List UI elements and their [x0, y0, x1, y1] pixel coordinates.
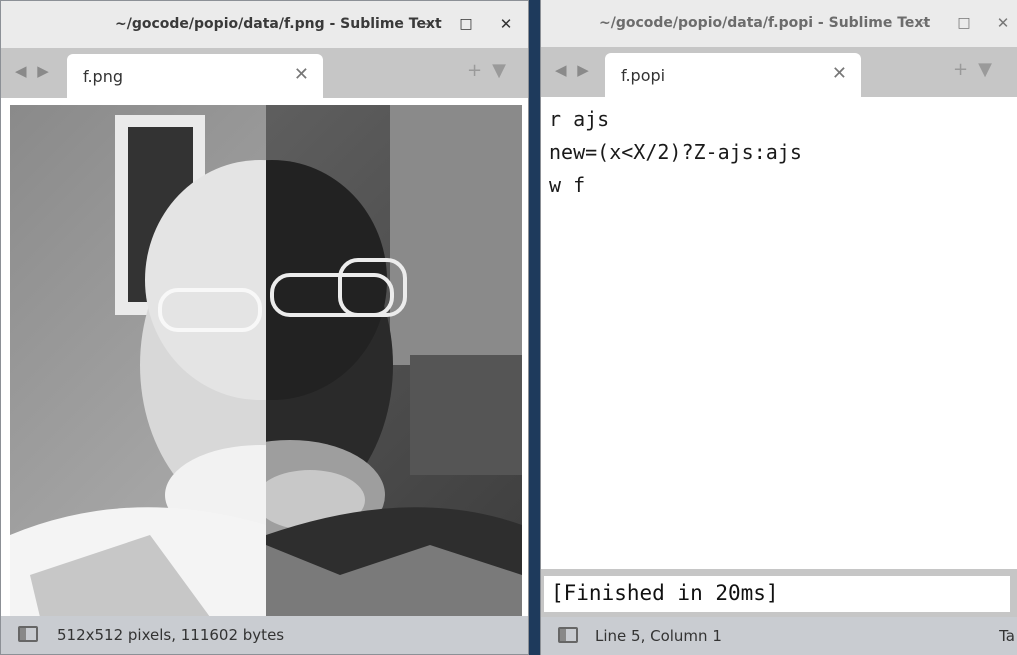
minimize-button[interactable]: – — [913, 11, 937, 35]
code-line-1[interactable]: r ajs — [549, 107, 609, 131]
image-viewer-window: ~/gocode/popio/data/f.png - Sublime Text… — [0, 0, 529, 655]
maximize-button[interactable]: □ — [952, 11, 976, 35]
output-box[interactable]: [Finished in 20ms] — [544, 576, 1010, 612]
tab-nav-arrows-icon[interactable]: ◀ ▶ — [15, 62, 52, 80]
editor-window: ~/gocode/popio/data/f.popi - Sublime Tex… — [540, 0, 1017, 655]
tab-close-icon[interactable]: ✕ — [294, 64, 309, 85]
code-line-3[interactable]: w f — [549, 173, 585, 197]
portrait-image — [10, 105, 522, 617]
close-window-button[interactable]: ✕ — [991, 11, 1015, 35]
minimize-button[interactable]: – — [415, 12, 439, 36]
tab-bar: ◀ ▶ f.png ✕ +▼ — [1, 48, 528, 98]
status-bar: Line 5, Column 1 Ta — [541, 617, 1017, 655]
title-bar[interactable]: ~/gocode/popio/data/f.png - Sublime Text… — [1, 1, 528, 48]
image-info: 512x512 pixels, 111602 bytes — [57, 626, 285, 644]
tab-f-png[interactable]: f.png ✕ — [67, 54, 323, 98]
window-title: ~/gocode/popio/data/f.png - Sublime Text — [115, 16, 442, 32]
new-tab-and-menu-icons[interactable]: +▼ — [467, 60, 516, 81]
tab-label: f.popi — [621, 66, 666, 85]
code-editor[interactable]: r ajs new=(x<X/2)?Z-ajs:ajs w f — [541, 97, 1017, 569]
maximize-button[interactable]: □ — [454, 12, 478, 36]
status-bar: 512x512 pixels, 111602 bytes — [1, 616, 528, 654]
window-title: ~/gocode/popio/data/f.popi - Sublime Tex… — [599, 15, 931, 31]
tab-bar: ◀ ▶ f.popi ✕ +▼ — [541, 47, 1017, 97]
tab-size-indicator[interactable]: Ta — [999, 627, 1015, 645]
new-tab-and-menu-icons[interactable]: +▼ — [953, 59, 1002, 80]
tab-f-popi[interactable]: f.popi ✕ — [605, 53, 861, 97]
cursor-position[interactable]: Line 5, Column 1 — [595, 627, 722, 645]
tab-nav-arrows-icon[interactable]: ◀ ▶ — [555, 61, 592, 79]
build-output-panel: [Finished in 20ms] — [541, 569, 1017, 617]
build-output-text: [Finished in 20ms] — [551, 581, 779, 605]
sidebar-toggle-icon[interactable] — [18, 626, 38, 642]
tab-label: f.png — [83, 67, 124, 86]
sidebar-toggle-icon[interactable] — [558, 627, 578, 643]
tab-close-icon[interactable]: ✕ — [832, 63, 847, 84]
code-line-2[interactable]: new=(x<X/2)?Z-ajs:ajs — [549, 140, 802, 164]
image-preview — [10, 105, 522, 617]
title-bar[interactable]: ~/gocode/popio/data/f.popi - Sublime Tex… — [541, 0, 1017, 47]
close-window-button[interactable]: ✕ — [494, 12, 518, 36]
